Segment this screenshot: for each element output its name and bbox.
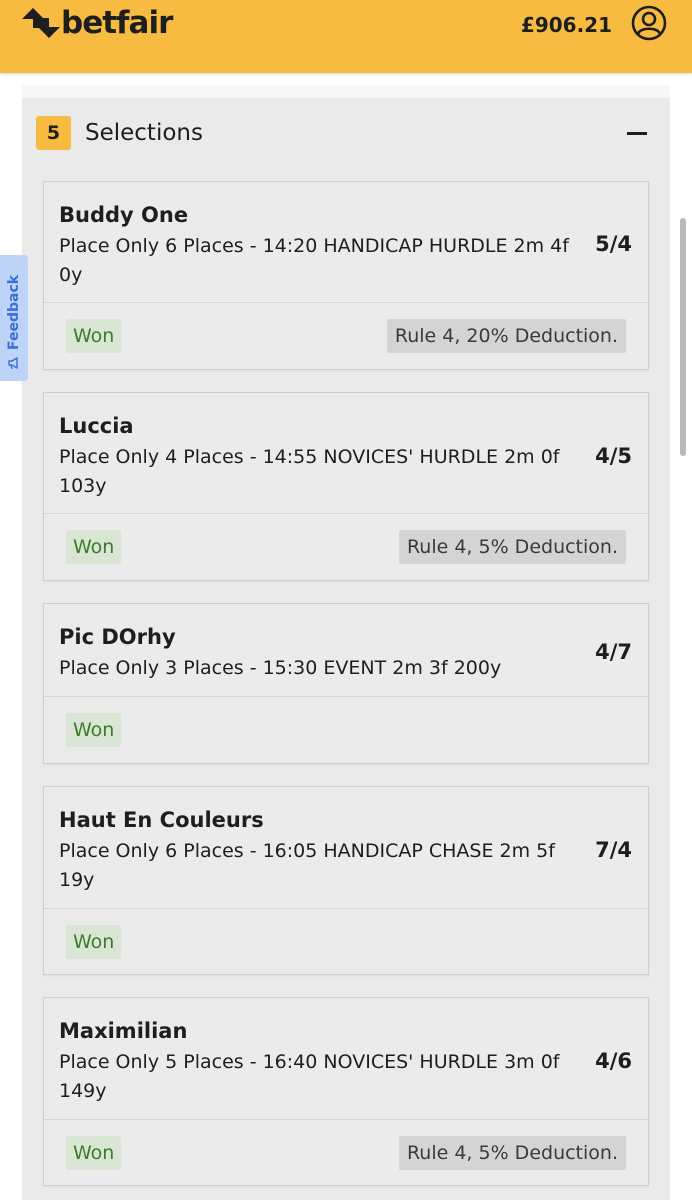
app-header: betfair £906.21	[0, 0, 692, 73]
rule4-deduction-badge: Rule 4, 20% Deduction.	[386, 319, 626, 353]
rule4-deduction-badge: Rule 4, 5% Deduction.	[398, 530, 626, 564]
selection-card: Pic DOrhy Place Only 3 Places - 15:30 EV…	[43, 603, 649, 764]
selection-description: Place Only 6 Places - 16:05 HANDICAP CHA…	[59, 840, 555, 891]
selection-card: Luccia Place Only 4 Places - 14:55 NOVIC…	[43, 392, 649, 581]
collapse-minus-icon[interactable]	[622, 118, 652, 148]
account-balance[interactable]: £906.21	[521, 12, 612, 38]
selection-description: Place Only 3 Places - 15:30 EVENT 2m 3f …	[59, 657, 502, 679]
selection-name: Buddy One	[59, 203, 189, 227]
card-divider	[44, 1119, 648, 1120]
selection-odds: 4/7	[595, 640, 632, 664]
card-divider	[44, 696, 648, 697]
won-status-badge: Won	[66, 1136, 122, 1170]
selection-odds: 5/4	[595, 232, 632, 256]
selection-name: Luccia	[59, 414, 134, 438]
selections-title: Selections	[85, 120, 203, 146]
betfair-logo[interactable]: betfair	[22, 3, 173, 43]
won-status-badge: Won	[66, 319, 122, 353]
card-divider	[44, 908, 648, 909]
selection-description: Place Only 5 Places - 16:40 NOVICES' HUR…	[59, 1051, 560, 1102]
user-circle-icon[interactable]	[631, 5, 667, 41]
won-status-badge: Won	[66, 713, 122, 747]
feedback-tab[interactable]: Feedback	[0, 255, 28, 381]
selection-odds: 4/6	[595, 1049, 632, 1073]
feedback-label: Feedback	[6, 274, 22, 350]
panel-divider	[22, 85, 670, 98]
selection-name: Haut En Couleurs	[59, 808, 264, 832]
selection-name: Maximilian	[59, 1019, 188, 1043]
brand-name: betfair	[61, 5, 173, 41]
won-status-badge: Won	[66, 925, 122, 959]
selection-name: Pic DOrhy	[59, 625, 176, 649]
megaphone-icon	[8, 357, 18, 370]
selection-odds: 4/5	[595, 444, 632, 468]
selections-count-badge: 5	[36, 116, 71, 150]
card-divider	[44, 513, 648, 514]
selection-odds: 7/4	[595, 838, 632, 862]
selection-card: Buddy One Place Only 6 Places - 14:20 HA…	[43, 181, 649, 370]
card-divider	[44, 302, 648, 303]
won-status-badge: Won	[66, 530, 122, 564]
selection-description: Place Only 4 Places - 14:55 NOVICES' HUR…	[59, 446, 560, 497]
selections-panel: 5 Selections Buddy One Place Only 6 Plac…	[22, 85, 670, 1200]
scrollbar[interactable]	[680, 218, 686, 456]
rule4-deduction-badge: Rule 4, 5% Deduction.	[398, 1136, 626, 1170]
selection-description: Place Only 6 Places - 14:20 HANDICAP HUR…	[59, 235, 569, 286]
selection-card: Haut En Couleurs Place Only 6 Places - 1…	[43, 786, 649, 975]
betfair-arrows-icon	[22, 8, 60, 38]
selection-card: Maximilian Place Only 5 Places - 16:40 N…	[43, 997, 649, 1186]
